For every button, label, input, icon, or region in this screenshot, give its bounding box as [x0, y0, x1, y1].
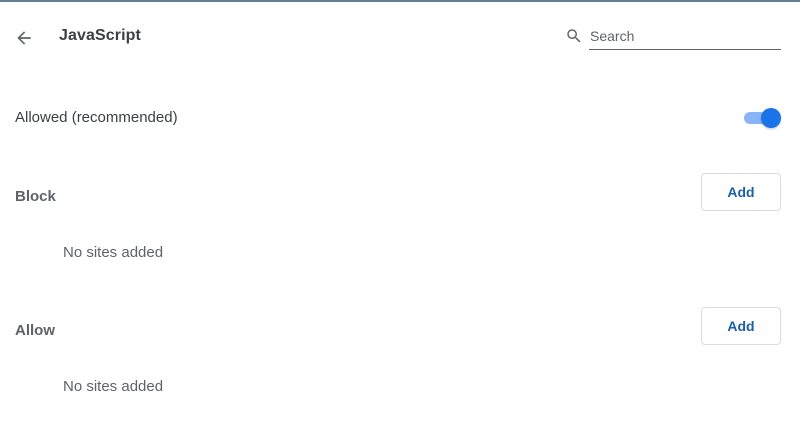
search-box — [565, 22, 781, 52]
allow-section-title: Allow — [15, 322, 55, 339]
javascript-settings-page: JavaScript Allowed (recommended) Block A… — [0, 0, 800, 428]
header: JavaScript — [0, 2, 800, 72]
block-section-title: Block — [15, 188, 56, 205]
toggle-knob — [761, 108, 781, 128]
allowed-label: Allowed (recommended) — [15, 109, 178, 126]
page-title: JavaScript — [59, 27, 141, 44]
allow-add-button[interactable]: Add — [701, 307, 781, 345]
allow-empty-text: No sites added — [63, 378, 164, 395]
block-add-button[interactable]: Add — [701, 173, 781, 211]
arrow-back-icon — [17, 31, 31, 45]
block-empty-text: No sites added — [63, 244, 164, 261]
back-button[interactable] — [10, 24, 38, 52]
allowed-row: Allowed (recommended) — [0, 98, 800, 138]
search-icon — [567, 29, 581, 43]
search-input[interactable] — [589, 22, 781, 50]
allowed-toggle[interactable] — [742, 108, 782, 128]
